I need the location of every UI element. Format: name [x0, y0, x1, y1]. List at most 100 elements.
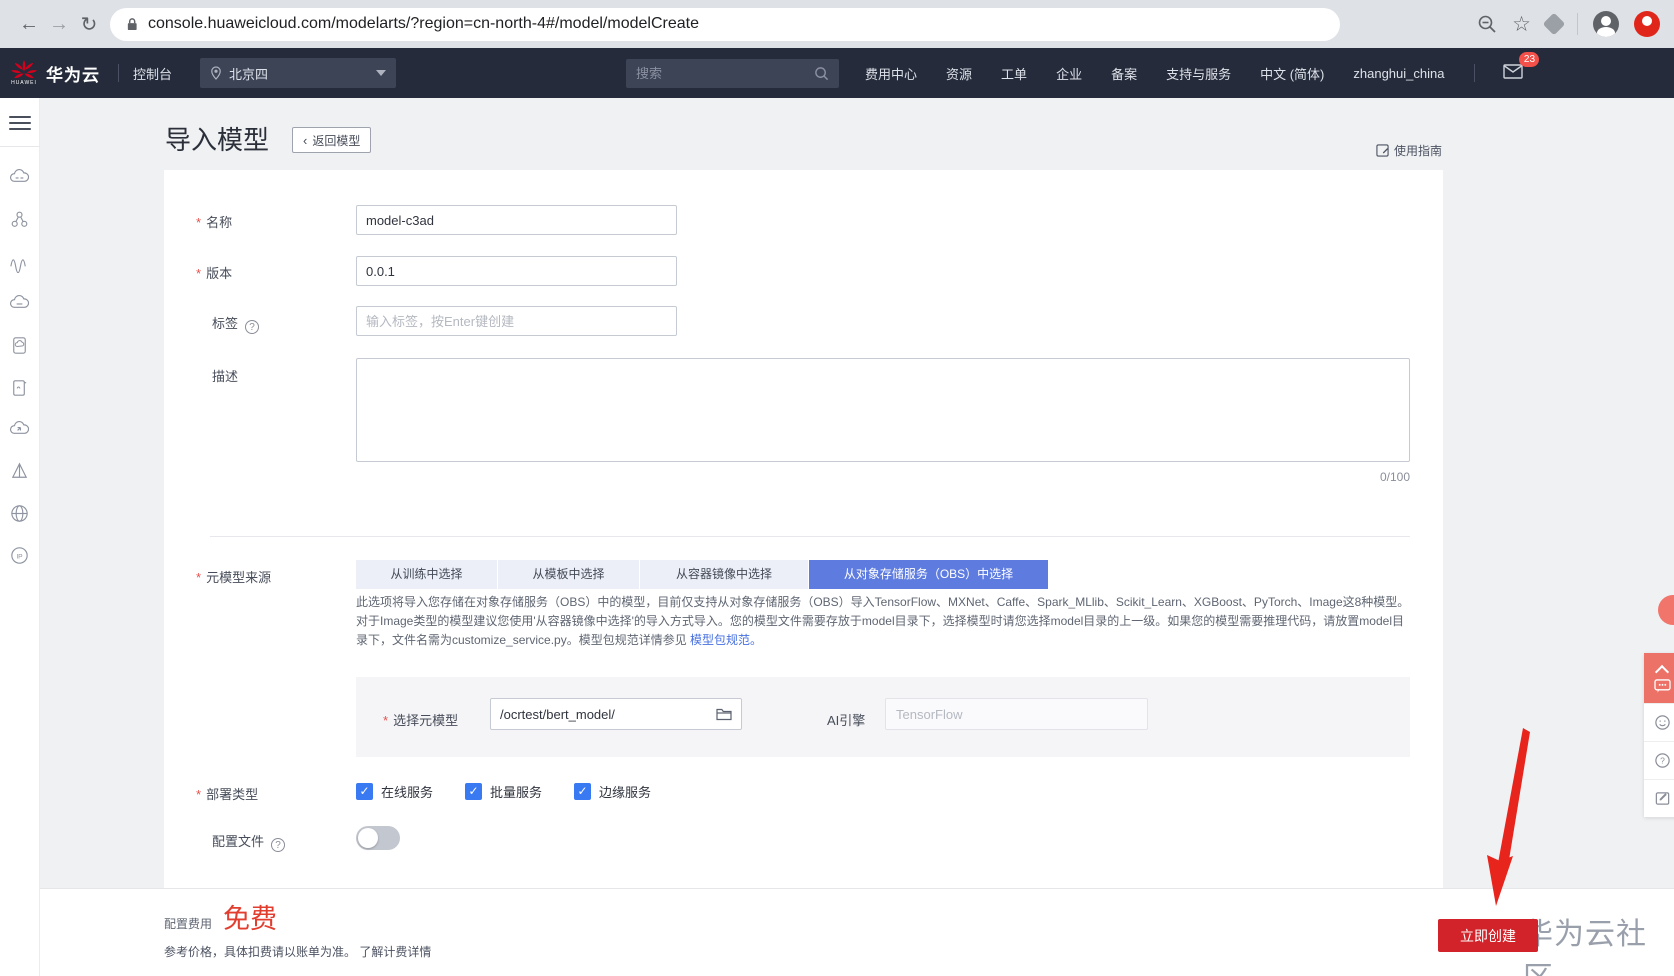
dev-doc-icon[interactable] — [8, 376, 31, 399]
nav-divider — [118, 64, 119, 82]
cloud-dash-icon[interactable] — [8, 292, 31, 315]
url-text: console.huaweicloud.com/modelarts/?regio… — [148, 15, 699, 32]
profile-avatar-icon[interactable] — [1593, 11, 1619, 37]
region-selector[interactable]: 北京四 — [200, 58, 397, 88]
tab-from-template[interactable]: 从模板中选择 — [498, 560, 639, 589]
global-search[interactable] — [626, 58, 840, 88]
name-label: 名称 — [196, 212, 232, 231]
nav-item-tickets[interactable]: 工单 — [1001, 64, 1027, 83]
chat-bubble-icon — [1653, 678, 1671, 693]
description-textarea[interactable] — [356, 358, 1410, 462]
message-count-badge: 23 — [1519, 52, 1540, 67]
model-spec-link[interactable]: 模型包规范。 — [690, 633, 762, 647]
cluster-icon[interactable] — [8, 208, 31, 231]
hamburger-menu-icon[interactable] — [8, 112, 31, 134]
nav-item-icp[interactable]: 备案 — [1111, 64, 1137, 83]
import-model-form: 名称 版本 标签? 描述 0/100 元模型来源 从训练中选择 从模板中选择 从… — [164, 170, 1443, 888]
chevron-down-icon — [376, 70, 387, 76]
nav-item-support[interactable]: 支持与服务 — [1166, 64, 1231, 83]
tab-from-obs[interactable]: 从对象存储服务（OBS）中选择 — [809, 560, 1048, 589]
community-watermark: 华为云社区 — [1523, 918, 1647, 976]
nav-username[interactable]: zhanghui_china — [1353, 66, 1444, 81]
location-pin-icon — [211, 66, 221, 80]
extension-icon[interactable] — [1542, 12, 1566, 36]
main-content: 导入模型 ‹ 返回模型 使用指南 名称 版本 标签? 描述 0/100 — [40, 98, 1674, 976]
help-button[interactable]: ? — [1644, 741, 1674, 779]
address-bar[interactable]: console.huaweicloud.com/modelarts/?regio… — [110, 7, 1340, 41]
waveform-modelarts-icon[interactable] — [8, 250, 31, 274]
tag-help-icon[interactable]: ? — [245, 320, 260, 334]
usage-guide-link[interactable]: 使用指南 — [1376, 142, 1442, 159]
char-counter: 0/100 — [1379, 470, 1410, 484]
folder-browse-icon[interactable] — [716, 707, 732, 721]
description-label: 描述 — [212, 369, 239, 384]
browser-reload-icon[interactable]: ↻ — [74, 12, 104, 37]
sidebar-divider — [0, 146, 40, 147]
globe-icon[interactable] — [8, 502, 31, 525]
config-file-toggle[interactable] — [356, 826, 400, 850]
survey-button[interactable] — [1644, 779, 1674, 817]
checkbox-edge-service[interactable]: ✓ 边缘服务 — [574, 782, 651, 801]
tag-input[interactable] — [356, 306, 677, 336]
nav-item-resources[interactable]: 资源 — [946, 64, 972, 83]
checkbox-batch-service[interactable]: ✓ 批量服务 — [465, 782, 542, 801]
meta-source-label: 元模型来源 — [196, 567, 271, 586]
ip-icon[interactable]: IP — [8, 544, 31, 567]
back-to-models-button[interactable]: ‹ 返回模型 — [292, 127, 372, 153]
version-label: 版本 — [196, 263, 232, 282]
browser-back-icon[interactable]: ← — [14, 13, 44, 36]
meta-model-path-input[interactable] — [500, 706, 716, 722]
config-file-help-icon[interactable]: ? — [271, 838, 286, 852]
version-input[interactable] — [356, 256, 677, 286]
checkbox-checked-icon: ✓ — [574, 783, 592, 800]
meta-model-path-field[interactable] — [490, 698, 742, 730]
chevron-up-icon — [1654, 664, 1670, 679]
ai-engine-input — [885, 698, 1148, 730]
cloud-upload-icon[interactable] — [8, 418, 31, 441]
brand-name[interactable]: 华为云 — [46, 61, 100, 86]
search-input[interactable] — [636, 65, 815, 81]
lock-icon — [127, 18, 137, 30]
huawei-logo-icon[interactable]: HUAWEI — [8, 60, 40, 86]
browser-chrome: ← → ↻ console.huaweicloud.com/modelarts/… — [0, 0, 1674, 48]
bookmark-star-icon[interactable]: ☆ — [1512, 12, 1531, 37]
nav-item-billing[interactable]: 费用中心 — [865, 64, 917, 83]
browser-update-icon[interactable] — [1634, 11, 1660, 37]
chat-support-button[interactable] — [1644, 653, 1674, 703]
page-title: 导入模型 — [165, 125, 270, 155]
footer-bar: 配置费用 免费 参考价格，具体扣费请以账单为准。 了解计费详情 华为云社区 立即… — [40, 888, 1674, 976]
nav-item-enterprise[interactable]: 企业 — [1056, 64, 1082, 83]
fee-note: 参考价格，具体扣费请以账单为准。 了解计费详情 — [164, 945, 432, 959]
fee-label: 配置费用 — [164, 917, 213, 931]
cloud-service-icon[interactable] — [8, 166, 31, 189]
deploy-type-label: 部署类型 — [196, 784, 258, 803]
region-value: 北京四 — [229, 66, 269, 82]
svg-text:IP: IP — [16, 553, 23, 560]
question-help-icon: ? — [1654, 753, 1670, 768]
messages-button[interactable]: 23 — [1474, 52, 1540, 82]
section-divider — [210, 536, 1410, 537]
browser-forward-icon[interactable]: → — [44, 13, 74, 36]
floating-toolbar: ? — [1644, 653, 1674, 817]
nav-console-link[interactable]: 控制台 — [133, 64, 172, 83]
guide-doc-icon — [1376, 144, 1389, 157]
billing-details-link[interactable]: 了解计费详情 — [359, 945, 431, 959]
search-icon[interactable] — [814, 66, 829, 81]
name-input[interactable] — [356, 205, 677, 235]
notebook-cloud-icon[interactable] — [8, 334, 31, 357]
config-file-label: 配置文件? — [212, 831, 286, 852]
nav-menu: 费用中心 资源 工单 企业 备案 支持与服务 中文 (简体) — [865, 64, 1324, 83]
create-now-button[interactable]: 立即创建 — [1438, 919, 1538, 952]
ai-engine-label: AI引擎 — [827, 713, 866, 728]
floating-assistant-icon[interactable] — [1658, 595, 1674, 625]
checkbox-online-service[interactable]: ✓ 在线服务 — [356, 782, 433, 801]
tab-from-training[interactable]: 从训练中选择 — [356, 560, 497, 589]
obs-note: 此选项将导入您存储在对象存储服务（OBS）中的模型，目前仅支持从对象存储服务（O… — [356, 595, 1410, 647]
top-navigation: HUAWEI 华为云 控制台 北京四 费用中心 资源 工单 企业 备案 支持与服… — [0, 48, 1674, 98]
nav-item-language[interactable]: 中文 (简体) — [1260, 64, 1324, 83]
tab-from-container-image[interactable]: 从容器镜像中选择 — [640, 560, 808, 589]
zoom-out-icon[interactable] — [1477, 14, 1497, 34]
red-annotation-arrow — [1487, 728, 1530, 906]
feedback-button[interactable] — [1644, 703, 1674, 741]
prism-icon[interactable] — [8, 460, 31, 483]
